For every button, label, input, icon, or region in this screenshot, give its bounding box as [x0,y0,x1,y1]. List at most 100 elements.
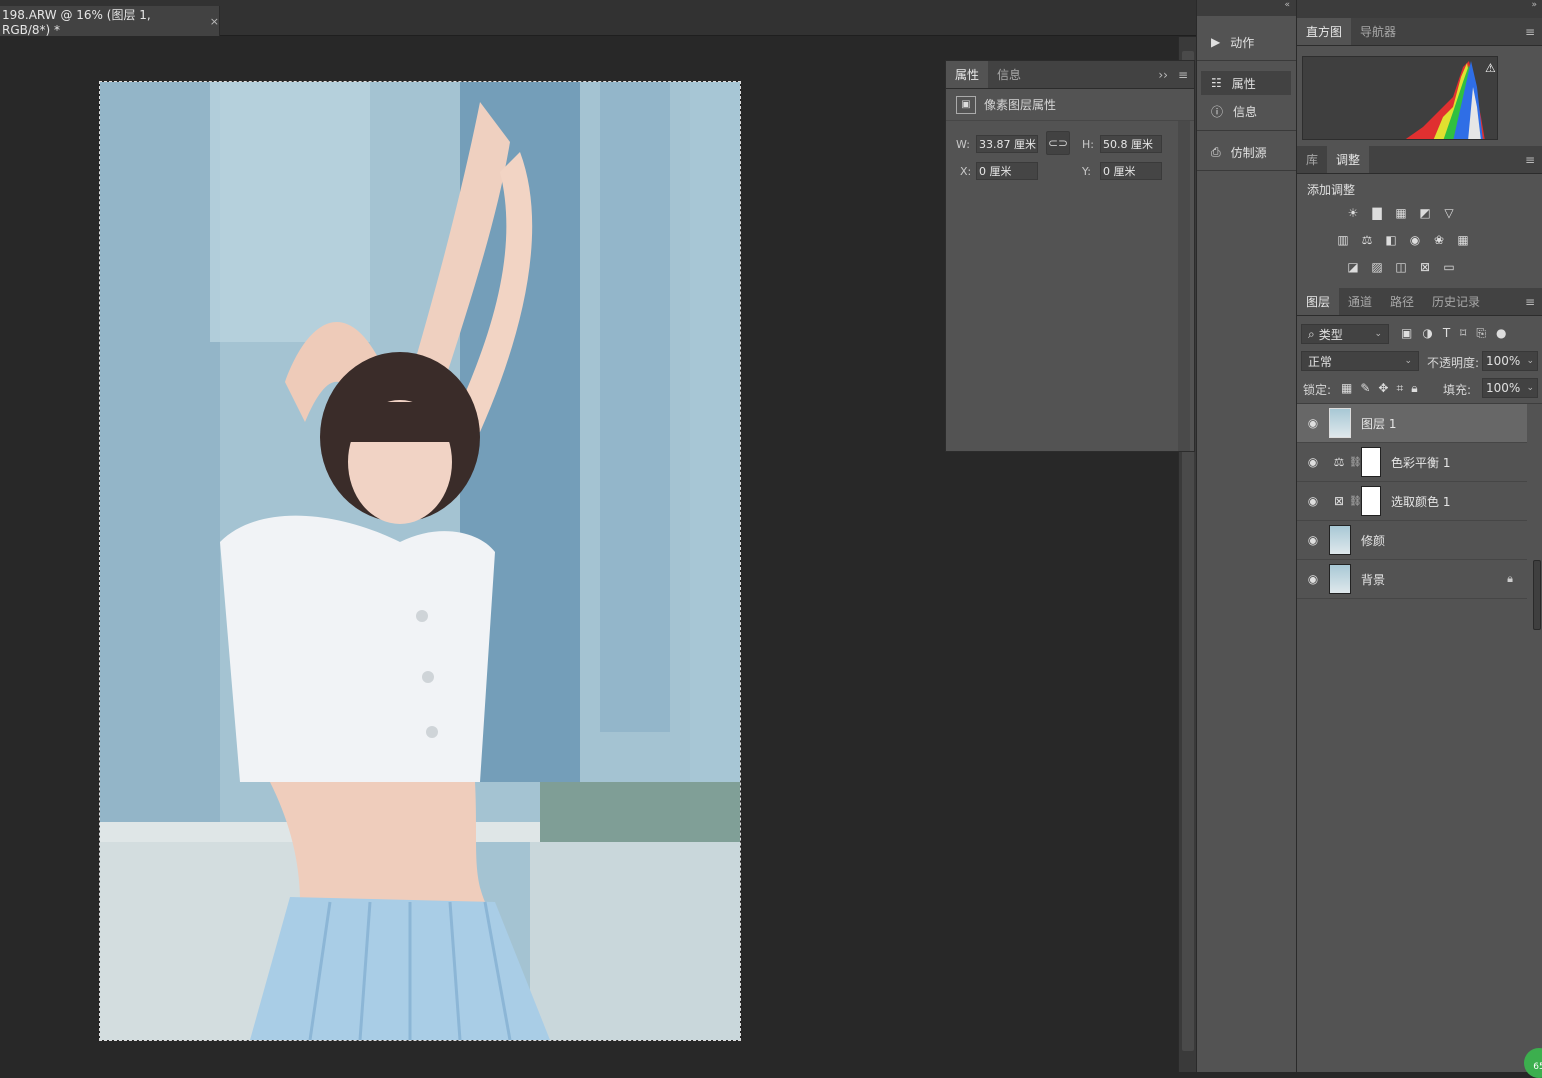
panel-menu-icon[interactable]: ≡ [1525,146,1542,173]
height-field[interactable]: 50.8 厘米 [1100,135,1162,153]
tab-navigator[interactable]: 导航器 [1351,18,1405,45]
tab-history[interactable]: 历史记录 [1423,288,1489,315]
dock-collapse-icon[interactable]: « [1197,0,1296,16]
document-tab-bar: 198.ARW @ 16% (图层 1, RGB/8*) * × [0,0,1196,37]
exposure-icon[interactable]: ◩ [1417,206,1433,220]
dock-item-properties[interactable]: ☷ 属性 [1201,71,1291,95]
opacity-field[interactable]: 100% ⌄ [1482,351,1538,371]
width-row: W: 33.87 厘米 [956,135,1038,153]
threshold-icon[interactable]: ◫ [1393,260,1409,274]
warning-icon[interactable]: ⚠ [1485,61,1496,75]
tab-paths[interactable]: 路径 [1381,288,1423,315]
document-tab[interactable]: 198.ARW @ 16% (图层 1, RGB/8*) * × [0,6,220,37]
layer-row-color-balance[interactable]: ◉ ⚖ ⛓ 色彩平衡 1 [1297,443,1527,482]
collapse-icon[interactable]: ›› [1158,68,1168,82]
lock-paint-icon[interactable]: ✎ [1360,381,1370,396]
properties-tabs: 属性 信息 ›› ≡ [946,61,1194,89]
vibrance-icon[interactable]: ▽ [1441,206,1457,220]
posterize-icon[interactable]: ▨ [1369,260,1385,274]
document-image[interactable] [99,81,741,1041]
add-adjustment-title: 添加调整 [1307,183,1356,197]
smart-object-filter-icon[interactable]: ⎘ [1476,326,1486,341]
x-row: X: 0 厘米 [960,162,1038,180]
color-lookup-icon[interactable]: ▦ [1455,233,1471,247]
tab-histogram[interactable]: 直方图 [1297,18,1352,45]
shape-filter-icon[interactable]: ⌑ [1460,326,1466,341]
width-label: W: [956,137,970,151]
chevron-down-icon: ⌄ [1526,356,1534,366]
tab-properties[interactable]: 属性 [946,61,989,88]
tab-adjustments[interactable]: 调整 [1327,146,1370,173]
tab-channels[interactable]: 通道 [1339,288,1381,315]
photo-illustration [100,82,740,1040]
panel-menu-icon[interactable]: ≡ [1178,68,1188,82]
link-icon[interactable]: ⛓ [1349,496,1362,507]
properties-icon: ☷ [1211,76,1222,90]
layer-mask-thumbnail[interactable] [1361,486,1381,516]
lock-position-icon[interactable]: ✥ [1378,381,1388,396]
lock-all-icon[interactable]: 🔒︎ [1411,381,1417,396]
tab-info[interactable]: 信息 [988,61,1030,88]
color-balance-icon[interactable]: ⚖ [1359,233,1375,247]
lock-artboard-icon[interactable]: ⌗ [1396,381,1403,396]
dock-item-clone-source[interactable]: ⎙ 仿制源 [1201,140,1291,164]
chevron-down-icon: ⌄ [1526,383,1534,393]
black-white-icon[interactable]: ◧ [1383,233,1399,247]
photo-filter-icon[interactable]: ◉ [1407,233,1423,247]
layer-row-retouch[interactable]: ◉ 修颜 [1297,521,1527,560]
lock-transparent-icon[interactable]: ▦ [1341,381,1352,396]
link-icon[interactable]: ⛓ [1349,457,1362,468]
layer-row-background[interactable]: ◉ 背景 🔒︎ [1297,560,1527,599]
hue-saturation-icon[interactable]: ▥ [1335,233,1351,247]
link-dimensions-button[interactable]: ⊂⊃ [1046,131,1070,155]
blend-mode-value: 正常 [1308,354,1333,369]
curves-icon[interactable]: ▦ [1393,206,1409,220]
eye-icon[interactable]: ◉ [1297,494,1329,508]
properties-scrollbar[interactable] [1178,121,1190,451]
play-icon: ▶ [1211,35,1221,49]
document-tab-title: 198.ARW @ 16% (图层 1, RGB/8*) * [2,7,151,37]
panel-menu-icon[interactable]: ≡ [1525,288,1542,315]
brightness-icon[interactable]: ☀ [1345,206,1361,220]
type-filter-icon[interactable]: T [1443,326,1450,341]
adjustment-filter-icon[interactable]: ◑ [1422,326,1432,341]
divider [1197,130,1297,131]
x-field[interactable]: 0 厘米 [976,162,1038,180]
eye-icon[interactable]: ◉ [1297,455,1329,469]
invert-icon[interactable]: ◪ [1345,260,1361,274]
expand-icon[interactable]: » [1297,0,1542,18]
selective-color-icon[interactable]: ⊠ [1417,260,1433,274]
width-field[interactable]: 33.87 厘米 [976,135,1038,153]
layer-filter-dropdown[interactable]: ⌕ 类型 ⌄ [1301,324,1389,344]
y-label: Y: [1082,164,1091,178]
layer-row-layer1[interactable]: ◉ 图层 1 [1297,404,1527,443]
layer-thumbnail [1329,525,1351,555]
tab-library[interactable]: 库 [1297,146,1327,173]
gradient-map-icon[interactable]: ▭ [1441,260,1457,274]
y-field[interactable]: 0 厘米 [1100,162,1162,180]
color-balance-icon: ⚖ [1333,455,1345,469]
eye-icon[interactable]: ◉ [1297,533,1329,547]
layer-row-selective-color[interactable]: ◉ ⊠ ⛓ 选取颜色 1 [1297,482,1527,521]
fill-field[interactable]: 100% ⌄ [1482,378,1538,398]
dock-item-actions[interactable]: ▶ 动作 [1201,30,1291,54]
dock-item-info[interactable]: ⓘ 信息 [1201,99,1291,123]
layers-scrollbar[interactable] [1533,560,1541,630]
eye-icon[interactable]: ◉ [1297,572,1329,586]
blend-mode-dropdown[interactable]: 正常 ⌄ [1301,351,1419,371]
filter-label: 类型 [1318,327,1343,342]
channel-mixer-icon[interactable]: ❀ [1431,233,1447,247]
filter-toggle-icon[interactable]: ● [1496,326,1506,341]
close-icon[interactable]: × [210,15,219,28]
search-icon: ⌕ [1308,326,1315,341]
layer-thumbnail [1329,408,1351,438]
layer-mask-thumbnail[interactable] [1361,447,1381,477]
pixel-filter-icon[interactable]: ▣ [1401,326,1412,341]
layer-name: 图层 1 [1361,416,1397,431]
layer-name: 修颜 [1361,533,1386,548]
eye-icon[interactable]: ◉ [1297,416,1329,430]
levels-icon[interactable]: ▇ [1369,206,1385,220]
panel-menu-icon[interactable]: ≡ [1525,18,1542,45]
tab-layers[interactable]: 图层 [1297,288,1340,315]
histogram-graph [1405,61,1485,139]
